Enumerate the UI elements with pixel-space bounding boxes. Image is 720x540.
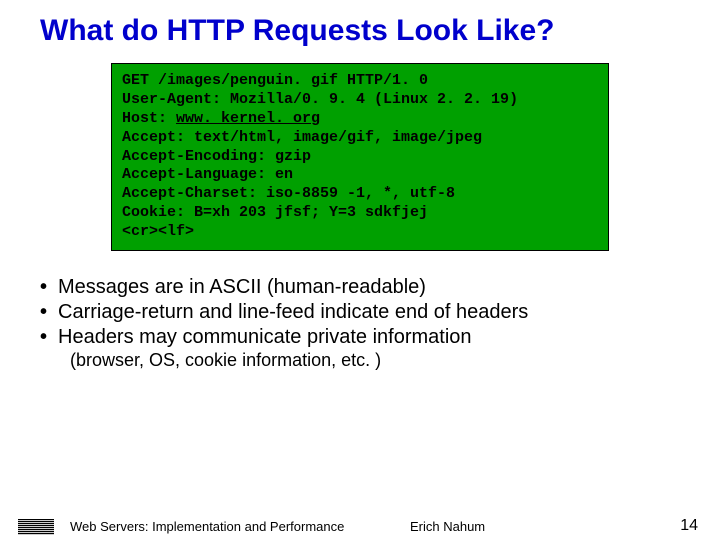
slide-footer: Web Servers: Implementation and Performa… [0, 508, 720, 540]
bullet-3-text: Headers may communicate private informat… [58, 325, 472, 350]
bullet-dot-icon: • [40, 300, 58, 325]
http-request-codebox: GET /images/penguin. gif HTTP/1. 0 User-… [111, 63, 609, 251]
code-line-7: Accept-Charset: iso-8859 -1, *, utf-8 [122, 185, 598, 204]
bullet-1-text: Messages are in ASCII (human-readable) [58, 275, 426, 300]
footer-page-number: 14 [680, 517, 698, 535]
bullet-3: • Headers may communicate private inform… [40, 325, 680, 350]
bullet-dot-icon: • [40, 325, 58, 350]
code-line-3-host-link: www. kernel. org [176, 110, 320, 127]
code-line-2: User-Agent: Mozilla/0. 9. 4 (Linux 2. 2.… [122, 91, 598, 110]
bullet-3-sub: (browser, OS, cookie information, etc. ) [70, 349, 680, 371]
bullet-dot-icon: • [40, 275, 58, 300]
ibm-logo-icon [18, 517, 54, 534]
footer-course: Web Servers: Implementation and Performa… [70, 519, 344, 534]
bullet-list: • Messages are in ASCII (human-readable)… [40, 275, 680, 372]
code-line-1: GET /images/penguin. gif HTTP/1. 0 [122, 72, 598, 91]
bullet-2-text: Carriage-return and line-feed indicate e… [58, 300, 528, 325]
footer-author: Erich Nahum [410, 519, 485, 534]
code-line-9: <cr><lf> [122, 223, 598, 242]
code-line-6: Accept-Language: en [122, 166, 598, 185]
code-line-4: Accept: text/html, image/gif, image/jpeg [122, 129, 598, 148]
slide-title: What do HTTP Requests Look Like? [40, 14, 690, 47]
code-line-3: Host: www. kernel. org [122, 110, 598, 129]
code-line-5: Accept-Encoding: gzip [122, 148, 598, 167]
bullet-1: • Messages are in ASCII (human-readable) [40, 275, 680, 300]
bullet-2: • Carriage-return and line-feed indicate… [40, 300, 680, 325]
code-line-3-prefix: Host: [122, 110, 176, 127]
code-line-8: Cookie: B=xh 203 jfsf; Y=3 sdkfjej [122, 204, 598, 223]
